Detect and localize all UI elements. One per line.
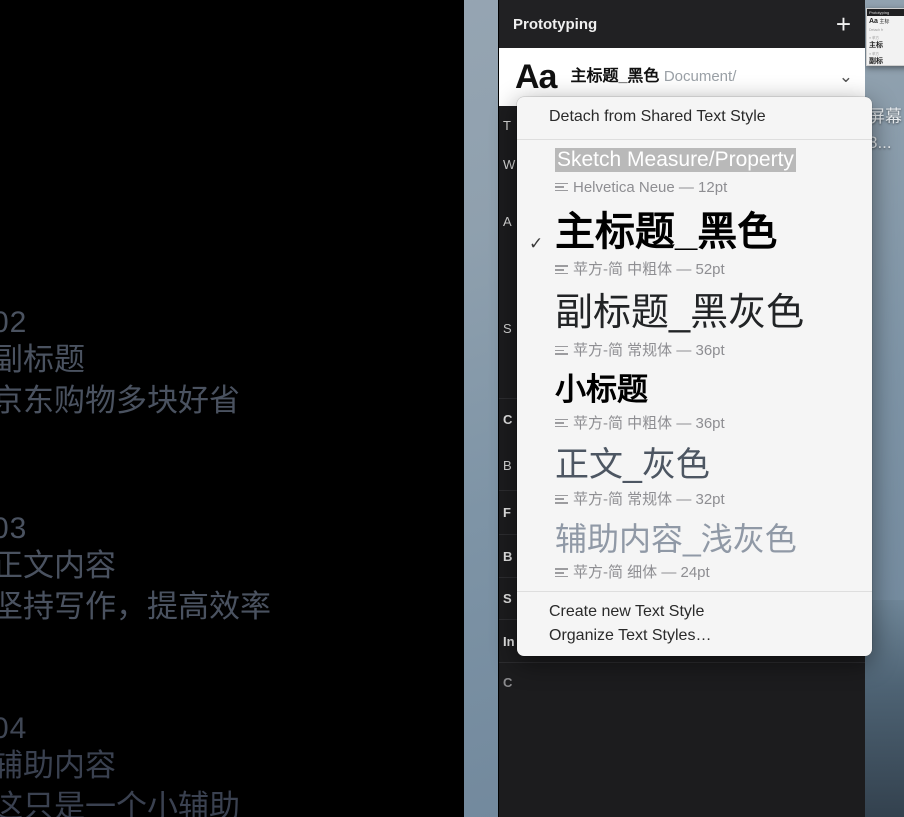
style-preview-label: 主标题_黑色 <box>555 209 778 254</box>
inspector-row-label: F <box>503 505 511 520</box>
style-detail: 苹方-简 常规体 — 32pt <box>555 490 860 510</box>
text-style-path: Document/ <box>663 68 737 85</box>
menu-item-text-style[interactable]: 小标题 苹方-简 中粗体 — 36pt <box>517 367 872 440</box>
text-style-aa-icon: Aa <box>515 58 557 96</box>
menu-item-text-style[interactable]: ✓ 主标题_黑色 苹方-简 中粗体 — 52pt <box>517 204 872 287</box>
inspector-row-label: S <box>503 320 512 336</box>
thumbnail-body: Aa 主标 Detach fr ≡ 苹方 主标 ≡ 苹方 副标 ≡ 苹方 小标 <box>867 16 904 65</box>
artboard-subtitle: 这只是一个小辅助 <box>0 789 240 817</box>
align-left-icon <box>555 418 568 429</box>
style-preview-label: 小标题 <box>555 372 648 407</box>
artboard-text-group[interactable]: 04 辅助内容 这只是一个小辅助 <box>0 712 240 817</box>
menu-item-detach[interactable]: Detach from Shared Text Style <box>517 97 872 137</box>
artboard-number: 02 <box>0 306 28 339</box>
inspector-row-label: S <box>503 591 512 606</box>
thumbnail-item-1: 主标 <box>869 42 883 49</box>
menu-item-text-style[interactable]: 副标题_黑灰色 苹方-简 常规体 — 36pt <box>517 286 872 367</box>
artboard-title: 副标题 <box>0 342 85 377</box>
menu-divider-bottom <box>517 591 872 593</box>
style-detail-text: 苹方-简 常规体 — 36pt <box>573 341 725 359</box>
artboard-text-group[interactable]: 02 副标题 京东购物多块好省 <box>0 306 240 422</box>
thumbnail-item-2: 副标 <box>869 58 883 65</box>
inspector-row-label: B <box>503 457 512 473</box>
menu-item-organize-styles[interactable]: Organize Text Styles… <box>517 624 872 656</box>
checkmark-icon: ✓ <box>529 233 544 253</box>
align-left-icon <box>555 265 568 275</box>
inspector-row-label: T <box>503 117 511 133</box>
style-preview-label: 副标题_黑灰色 <box>555 292 805 335</box>
artboard-number: 04 <box>0 712 28 745</box>
menu-divider-top <box>517 139 872 140</box>
style-detail: 苹方-简 细体 — 24pt <box>555 563 860 583</box>
align-left-icon <box>555 568 568 578</box>
text-style-meta: 主标题_黑色 Document/ <box>570 67 832 87</box>
thumbnail-name: 主标 <box>879 19 890 25</box>
style-detail: Helvetica Neue — 12pt <box>555 178 860 198</box>
menu-item-text-style[interactable]: 辅助内容_浅灰色 苹方-简 细体 — 24pt <box>517 516 872 590</box>
inspector-row-label: B <box>503 548 513 564</box>
inspector-row-label: C <box>503 675 513 690</box>
inspector-row-label: In <box>503 633 515 649</box>
desktop-file-label-line2: 8... <box>868 133 892 152</box>
style-detail-text: 苹方-简 常规体 — 32pt <box>573 490 725 508</box>
style-preview-label: Sketch Measure/Property <box>555 148 796 172</box>
style-preview-label: 辅助内容_浅灰色 <box>555 521 797 557</box>
inspector-row-label: C <box>503 412 513 427</box>
align-left-icon <box>555 345 568 356</box>
plus-icon[interactable]: + <box>836 11 851 37</box>
inspector-row-color-adjust[interactable]: C <box>499 662 865 702</box>
thumbnail-aa: Aa <box>869 18 878 25</box>
style-detail: 苹方-简 中粗体 — 52pt <box>555 260 860 280</box>
menu-item-text-style[interactable]: Sketch Measure/Property Helvetica Neue —… <box>517 142 872 204</box>
style-detail: 苹方-简 常规体 — 36pt <box>555 341 860 361</box>
inspector-row-label: A <box>503 213 512 229</box>
thumbnail-titlebar: Prototyping <box>867 9 904 16</box>
style-detail-text: 苹方-简 中粗体 — 36pt <box>573 414 725 432</box>
style-detail-text: Helvetica Neue — 12pt <box>573 178 728 196</box>
artboard-subtitle: 京东购物多块好省 <box>0 383 240 418</box>
thumbnail-detach: Detach fr <box>869 28 884 32</box>
thumbnail-sub-2: ≡ 苹方 <box>869 52 880 56</box>
menu-item-create-style[interactable]: Create new Text Style <box>517 594 872 624</box>
artboard-canvas[interactable]: 02 副标题 京东购物多块好省 03 正文内容 坚持写作，提高效率 04 辅助内… <box>0 0 464 817</box>
style-preview-label: 正文_灰色 <box>555 445 710 484</box>
desktop-file-label[interactable]: 屏幕 8... <box>868 104 904 156</box>
inspector-section-title: Prototyping <box>513 15 598 33</box>
style-detail-text: 苹方-简 中粗体 — 52pt <box>573 261 725 279</box>
artboard-text-group[interactable]: 03 正文内容 坚持写作，提高效率 <box>0 512 271 628</box>
desktop-file-label-line1: 屏幕 <box>868 107 902 126</box>
align-left-icon <box>555 182 568 193</box>
artboard-title: 辅助内容 <box>0 748 116 783</box>
inspector-header: Prototyping + <box>499 0 865 48</box>
chevron-down-icon[interactable]: ⌄ <box>839 67 853 87</box>
text-style-dropdown-menu[interactable]: Detach from Shared Text Style Sketch Mea… <box>517 97 872 657</box>
artboard-number: 03 <box>0 512 28 545</box>
style-detail: 苹方-简 中粗体 — 36pt <box>555 414 860 434</box>
style-detail-text: 苹方-简 细体 — 24pt <box>573 564 710 582</box>
artboard-subtitle: 坚持写作，提高效率 <box>0 589 271 624</box>
text-style-name: 主标题_黑色 <box>570 68 660 85</box>
align-left-icon <box>555 494 568 505</box>
desktop-screenshot-thumbnail[interactable]: Prototyping Aa 主标 Detach fr ≡ 苹方 主标 ≡ 苹方… <box>866 8 904 66</box>
inspector-row-label: W <box>503 156 516 172</box>
thumbnail-sub-1: ≡ 苹方 <box>869 36 880 40</box>
menu-item-text-style[interactable]: 正文_灰色 苹方-简 常规体 — 32pt <box>517 440 872 516</box>
artboard-title: 正文内容 <box>0 548 116 583</box>
